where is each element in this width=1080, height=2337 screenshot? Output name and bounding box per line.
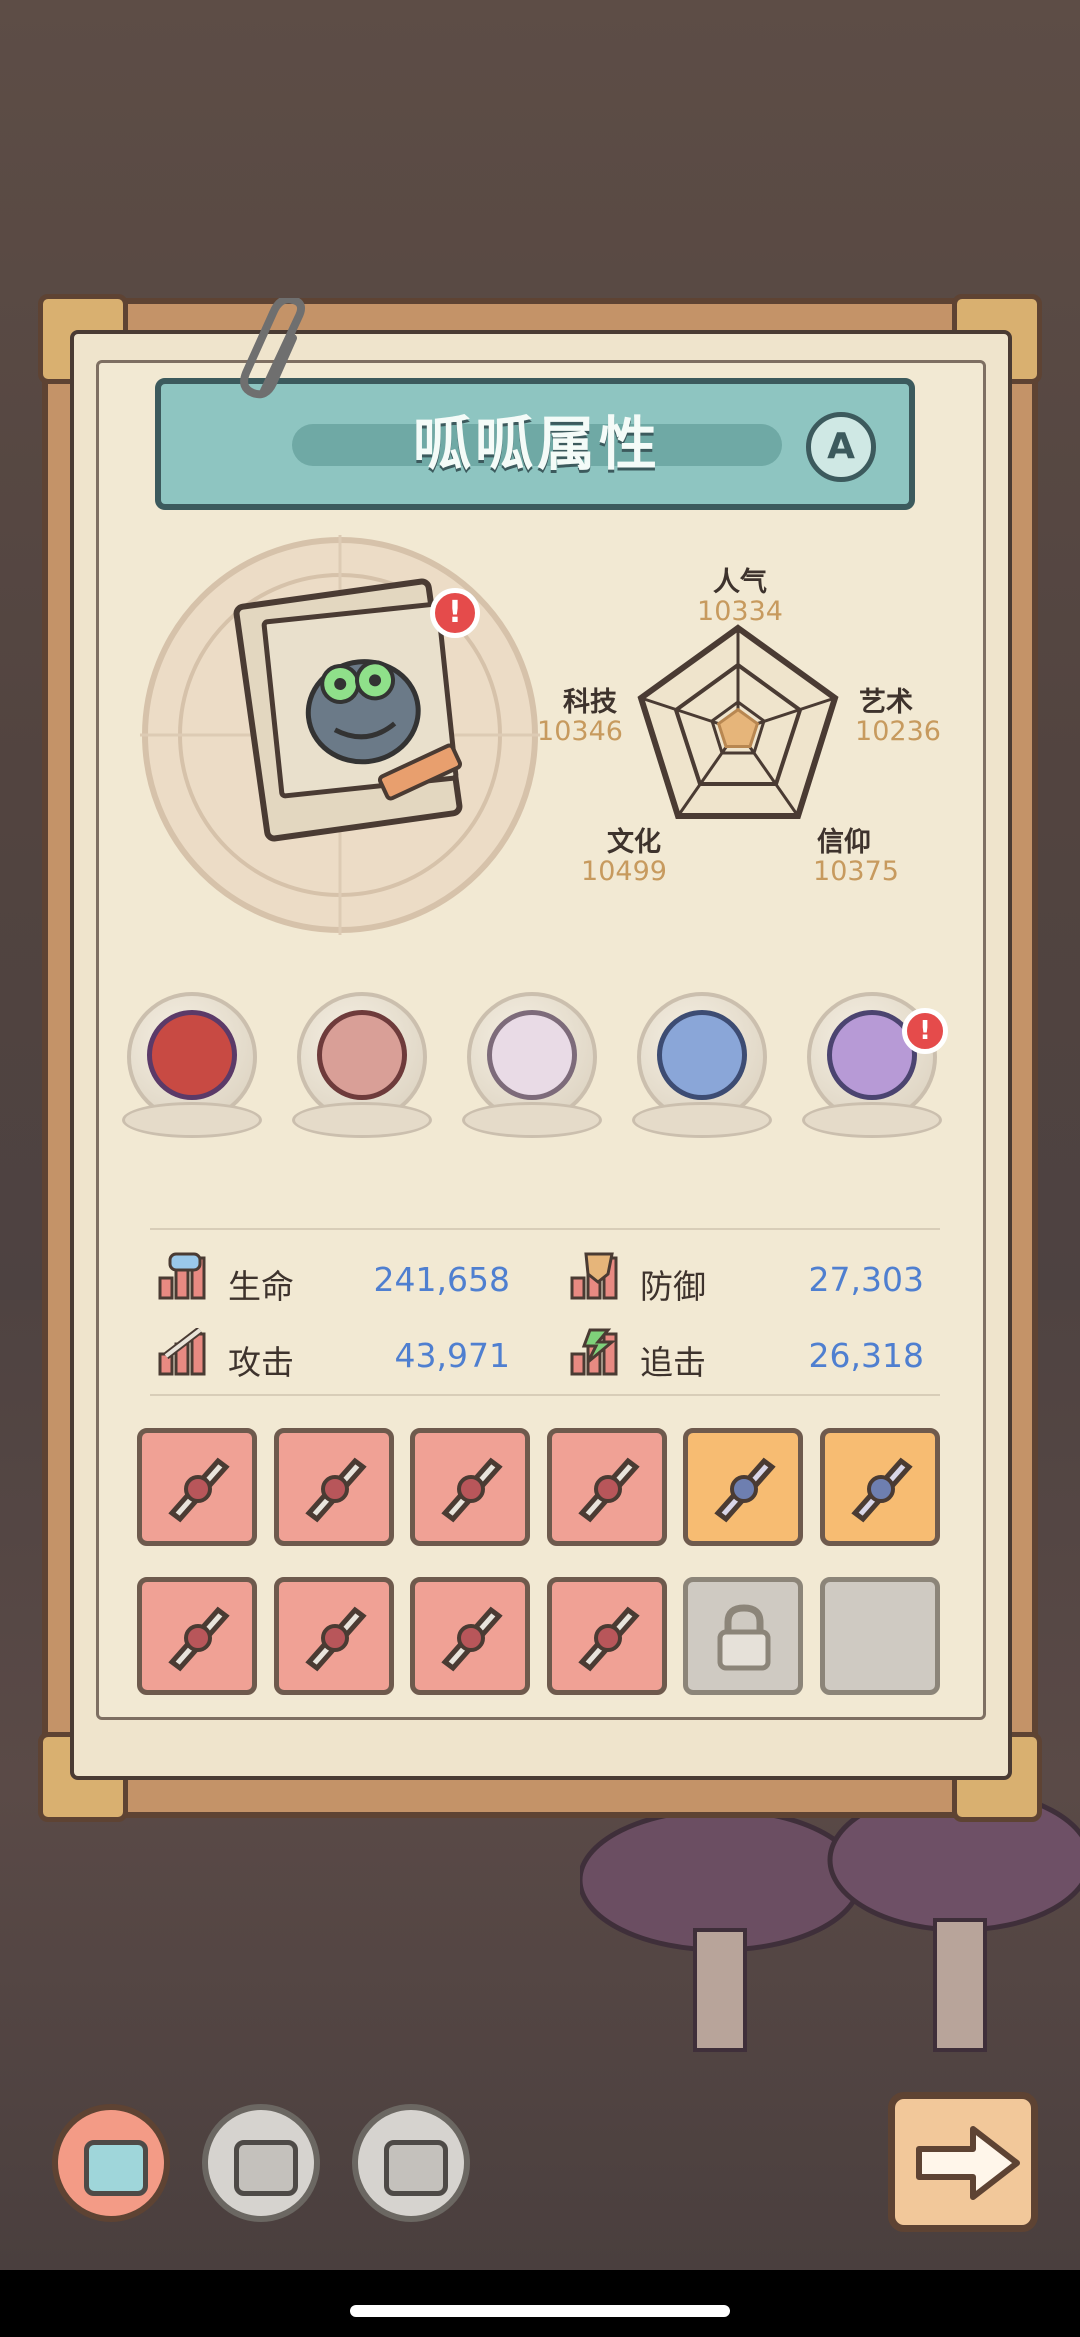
robot-face-icon: [234, 2140, 298, 2196]
robot-face-icon: [84, 2140, 148, 2196]
home-indicator[interactable]: [350, 2305, 730, 2317]
crossbow-icon: [577, 1457, 640, 1523]
pencil-icon: [377, 743, 463, 801]
character-tab-1[interactable]: [52, 2104, 170, 2222]
relic-slot-1[interactable]: [122, 992, 262, 1142]
mushroom-decoration: [580, 1790, 1080, 2052]
equipment-slot-3[interactable]: [410, 1428, 530, 1546]
stat-value-attack: 43,971: [394, 1336, 510, 1375]
attr-value-art: 10236: [855, 716, 941, 747]
equipment-slot-12[interactable]: [819, 1577, 940, 1695]
stat-label-hp: 生命: [228, 1267, 294, 1306]
paperclip-icon: [240, 298, 306, 399]
vest-armor-icon: [850, 1457, 913, 1523]
attr-value-popularity: 10334: [697, 596, 783, 627]
attribute-radar-chart: [637, 624, 839, 819]
attr-name-culture: 文化: [607, 827, 661, 858]
next-button[interactable]: [888, 2092, 1038, 2232]
relic-alert-badge: !: [902, 1008, 948, 1054]
sword-bar-icon: [158, 1328, 206, 1376]
equipment-slot-10[interactable]: [546, 1577, 667, 1695]
attr-value-faith: 10375: [813, 856, 899, 887]
system-navigation-bar: [0, 2270, 1080, 2337]
lock-icon: [717, 1604, 771, 1671]
compass-relic-icon: [657, 1010, 747, 1100]
garlic-relic-icon: [487, 1010, 577, 1100]
equipment-slot-11[interactable]: [683, 1577, 803, 1695]
attr-name-technology: 科技: [563, 687, 617, 718]
equipment-slot-2[interactable]: [273, 1428, 394, 1546]
stat-label-defense: 防御: [640, 1267, 706, 1306]
sword-icon: [168, 1457, 230, 1523]
attr-value-technology: 10346: [537, 716, 623, 747]
horned-helmet-icon: [168, 1606, 230, 1672]
portrait-alert-badge: !: [430, 588, 480, 638]
fanged-mouth-relic-icon: [317, 1010, 407, 1100]
stat-value-defense: 27,303: [808, 1260, 924, 1299]
stats-divider-top: [150, 1228, 940, 1230]
attr-name-faith: 信仰: [817, 827, 871, 858]
attr-name-art: 艺术: [859, 687, 913, 718]
leg-armor-icon: [441, 1606, 503, 1672]
robot-face-icon: [384, 2140, 448, 2196]
stat-value-chase: 26,318: [808, 1336, 924, 1375]
relic-slot-3[interactable]: [462, 992, 602, 1142]
dagger-icon: [441, 1457, 503, 1523]
stat-label-chase: 追击: [640, 1343, 706, 1382]
stat-label-attack: 攻击: [228, 1343, 294, 1382]
equipment-slot-4[interactable]: [546, 1428, 667, 1546]
equipment-slot-8[interactable]: [273, 1577, 394, 1695]
lightning-bar-icon: [570, 1328, 618, 1376]
equipment-slot-7[interactable]: [137, 1577, 257, 1695]
game-scene: 呱呱属性 A ! 人气 10334 艺术 10236 信仰 10375 文化 1…: [0, 0, 1080, 2337]
heart-bar-icon: [158, 1252, 206, 1300]
attr-value-culture: 10499: [581, 856, 667, 887]
page-title: 呱呱属性: [412, 410, 661, 478]
equipment-slot-5[interactable]: [683, 1428, 803, 1546]
equipment-slot-1[interactable]: [137, 1428, 257, 1546]
equipment-slot-9[interactable]: [410, 1577, 530, 1695]
shield-bar-icon: [570, 1252, 618, 1300]
relic-slot-2[interactable]: [292, 992, 432, 1142]
spiked-gun-icon: [304, 1457, 367, 1523]
character-tab-3[interactable]: [352, 2104, 470, 2222]
stat-value-hp: 241,658: [373, 1260, 510, 1299]
tentacle-bone-relic-icon: [147, 1010, 237, 1100]
stats-divider-bottom: [150, 1394, 940, 1396]
bracer-icon: [714, 1457, 776, 1523]
attr-name-popularity: 人气: [713, 567, 767, 598]
blaster-icon: [577, 1606, 640, 1672]
character-tab-2[interactable]: [202, 2104, 320, 2222]
equipment-slot-6[interactable]: [819, 1428, 940, 1546]
arrow-right-icon: [916, 2126, 1020, 2200]
relic-slot-4[interactable]: [632, 992, 772, 1142]
mace-icon: [304, 1606, 367, 1672]
grade-badge[interactable]: A: [806, 412, 876, 482]
